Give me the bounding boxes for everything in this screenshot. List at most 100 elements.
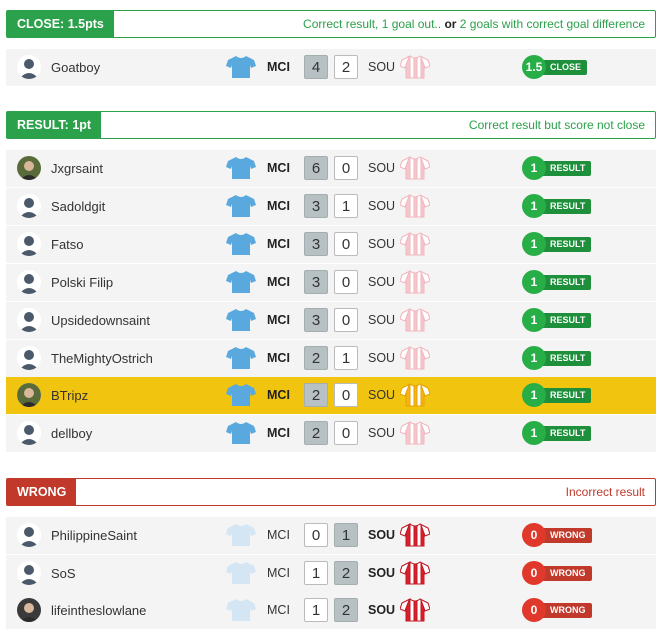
mci-shirt-icon (226, 561, 256, 585)
home-score: 2 (304, 346, 328, 370)
points-label: RESULT (542, 274, 592, 290)
away-score: 0 (334, 383, 358, 407)
points-badge: 1 RESULT (522, 232, 592, 256)
prediction-row: SoS MCI 1 2 SOU 0 WRONG (6, 555, 656, 592)
prediction-row: Polski Filip MCI 3 0 SOU 1 RESULT (6, 264, 656, 301)
sou-shirt-icon (400, 232, 430, 256)
username[interactable]: dellboy (51, 426, 92, 441)
away-score: 1 (334, 346, 358, 370)
points-badge: 0 WRONG (522, 561, 592, 585)
points-label: RESULT (542, 160, 592, 176)
points-badge: 1 RESULT (522, 421, 592, 445)
away-score: 0 (334, 156, 358, 180)
username[interactable]: Jxgrsaint (51, 161, 103, 176)
prediction-row: lifeintheslowlane MCI 1 2 SOU 0 WRONG (6, 592, 656, 629)
prediction-row: Fatso MCI 3 0 SOU 1 RESULT (6, 226, 656, 263)
home-score: 3 (304, 308, 328, 332)
home-score: 1 (304, 561, 328, 585)
home-team-code: MCI (267, 313, 290, 327)
username[interactable]: Fatso (51, 237, 84, 252)
away-team-code: SOU (368, 351, 396, 365)
points-label: RESULT (542, 236, 592, 252)
section-header-wrong: WRONG Incorrect result (6, 478, 656, 506)
sou-shirt-icon (400, 156, 430, 180)
points-badge: 1 RESULT (522, 156, 592, 180)
mci-shirt-icon (226, 383, 256, 407)
away-score: 0 (334, 421, 358, 445)
home-team-code: MCI (267, 60, 290, 74)
mci-shirt-icon (226, 194, 256, 218)
mci-shirt-icon (226, 156, 256, 180)
username[interactable]: BTripz (51, 388, 88, 403)
user-avatar-icon (17, 523, 41, 547)
away-score: 0 (334, 232, 358, 256)
points-label: RESULT (542, 387, 592, 403)
points-label: RESULT (542, 425, 592, 441)
user-avatar-icon (17, 308, 41, 332)
points-badge: 1 RESULT (522, 194, 592, 218)
sou-shirt-icon (400, 561, 430, 585)
home-score: 0 (304, 523, 328, 547)
away-score: 1 (334, 523, 358, 547)
username[interactable]: Sadoldgit (51, 199, 105, 214)
user-avatar-icon (17, 270, 41, 294)
username[interactable]: PhilippineSaint (51, 528, 137, 543)
section-desc-result: Correct result but score not close (468, 118, 645, 132)
username[interactable]: TheMightyOstrich (51, 351, 153, 366)
user-photo-avatar (17, 383, 41, 407)
points-value: 1 (522, 156, 546, 180)
points-label: RESULT (542, 312, 592, 328)
points-badge: 1 RESULT (522, 270, 592, 294)
away-score: 0 (334, 270, 358, 294)
points-value: 1 (522, 421, 546, 445)
home-score: 2 (304, 383, 328, 407)
sou-shirt-icon (400, 346, 430, 370)
points-badge: 1 RESULT (522, 383, 592, 407)
mci-shirt-icon (226, 55, 256, 79)
sou-shirt-icon (400, 194, 430, 218)
sou-shirt-icon (400, 270, 430, 294)
away-team-code: SOU (368, 528, 396, 542)
points-badge: 0 WRONG (522, 523, 592, 547)
home-score: 6 (304, 156, 328, 180)
section-desc-wrong: Incorrect result (565, 485, 645, 499)
points-value: 1 (522, 308, 546, 332)
username[interactable]: Goatboy (51, 60, 100, 75)
away-score: 1 (334, 194, 358, 218)
home-score: 2 (304, 421, 328, 445)
user-avatar-icon (17, 194, 41, 218)
points-badge: 0 WRONG (522, 598, 592, 622)
home-team-code: MCI (267, 528, 290, 542)
home-team-code: MCI (267, 161, 290, 175)
username[interactable]: Polski Filip (51, 275, 113, 290)
home-score: 3 (304, 194, 328, 218)
home-team-code: MCI (267, 275, 290, 289)
away-score: 2 (334, 55, 358, 79)
prediction-row: Jxgrsaint MCI 6 0 SOU 1 RESULT (6, 150, 656, 187)
mci-shirt-icon (226, 232, 256, 256)
points-badge: 1 RESULT (522, 346, 592, 370)
away-team-code: SOU (368, 603, 396, 617)
username[interactable]: SoS (51, 566, 76, 581)
user-avatar-icon (17, 421, 41, 445)
home-team-code: MCI (267, 426, 290, 440)
mci-shirt-icon (226, 523, 256, 547)
prediction-row: Goatboy MCI 4 2 SOU 1.5 CLOSE (6, 49, 656, 86)
mci-shirt-icon (226, 308, 256, 332)
home-team-code: MCI (267, 566, 290, 580)
points-badge: 1.5 CLOSE (522, 55, 588, 79)
sou-shirt-icon (400, 383, 430, 407)
points-value: 0 (522, 561, 546, 585)
username[interactable]: Upsidedownsaint (51, 313, 150, 328)
username[interactable]: lifeintheslowlane (51, 603, 146, 618)
points-value: 1 (522, 270, 546, 294)
home-team-code: MCI (267, 351, 290, 365)
prediction-row: BTripz MCI 2 0 SOU 1 RESULT (6, 377, 656, 414)
section-tag-result: RESULT: 1pt (7, 112, 102, 138)
section-header-result: RESULT: 1pt Correct result but score not… (6, 111, 656, 139)
user-avatar-icon (17, 561, 41, 585)
section-desc-close: Correct result, 1 goal out.. or 2 goals … (303, 17, 645, 31)
away-team-code: SOU (368, 313, 396, 327)
sou-shirt-icon (400, 421, 430, 445)
section-tag-wrong: WRONG (7, 479, 77, 505)
